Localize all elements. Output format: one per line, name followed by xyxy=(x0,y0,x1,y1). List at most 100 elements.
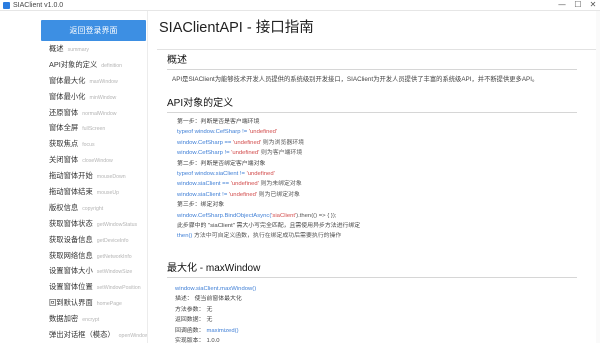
maxwindow-section: 最大化 - maxWindow window.siaClient.maxWind… xyxy=(167,262,587,343)
sidebar-item-mouseDown[interactable]: 拖动窗体开始 mouseDown xyxy=(0,168,147,184)
title-divider xyxy=(157,49,597,50)
sidebar-item-en-label: setWindowPosition xyxy=(96,285,141,292)
maxwindow-heading: 最大化 - maxWindow xyxy=(167,263,261,274)
app-logo-icon xyxy=(3,2,10,9)
definition-divider xyxy=(167,112,577,113)
sidebar-item-setWindowPosition[interactable]: 设置窗体位置 setWindowPosition xyxy=(0,279,147,295)
definition-code-line: window.CefSharp != 'undefined' 则为客户端环境 xyxy=(177,150,303,157)
summary-section: 概述 API是SIAClient为能够技术开发人员提供的系统级别开发接口，SIA… xyxy=(167,54,587,84)
sidebar-item-en-label: homePage xyxy=(96,301,122,308)
definition-code-line: window.siaClient == 'undefined' 则为未绑定对象 xyxy=(177,181,302,188)
sidebar-item-label: 获取设备信息 xyxy=(49,234,93,244)
sidebar-item-en-label: encrypt xyxy=(82,317,100,324)
sidebar-item-en-label: getDeviceInfo xyxy=(96,237,129,244)
summary-heading: 概述 xyxy=(167,55,187,66)
sidebar-item-getWindowStatus[interactable]: 获取窗体状态 getWindowStatus xyxy=(0,216,147,232)
api-detail-row: 回调函数： maximized() xyxy=(175,327,239,334)
sidebar-item-homePage[interactable]: 回到默认界面 homePage xyxy=(0,295,147,311)
sidebar-item-encrypt[interactable]: 数据加密 encrypt xyxy=(0,311,147,327)
window-title: SIAClient v1.0.0 xyxy=(13,2,64,9)
close-button[interactable]: ✕ xyxy=(586,0,600,11)
page-title: SIAClientAPI - 接口指南 xyxy=(159,20,314,36)
definition-code-line: typeof window.CefSharp != 'undefined' xyxy=(177,129,278,136)
maxwindow-details: window.siaClient.maxWindow() 描述： 使当前窗体最大化… xyxy=(167,284,587,343)
api-detail-row: 描述： 使当前窗体最大化 xyxy=(175,296,242,303)
sidebar-item-en-label: summary xyxy=(67,47,89,53)
definition-code-line: window.CefSharp == 'undefined' 则为浏览器环境 xyxy=(177,139,305,146)
sidebar-item-en-label: setWindowSize xyxy=(96,269,133,276)
summary-divider xyxy=(167,69,577,70)
sidebar-item-label: 获取网络信息 xyxy=(49,250,93,260)
sidebar-item-en-label: definition xyxy=(101,62,123,69)
sidebar-item-label: 设置窗体位置 xyxy=(49,282,93,292)
sidebar-item-label: 回到默认界面 xyxy=(49,298,93,308)
sidebar-item-en-label: getNetworkInfo xyxy=(96,253,132,260)
sidebar-item-label: 窗体全屏 xyxy=(49,123,79,133)
sidebar-item-definition[interactable]: API对象的定义 definition xyxy=(0,57,147,73)
sidebar-item-en-label: fullScreen xyxy=(82,126,106,133)
summary-text: API是SIAClient为能够技术开发人员提供的系统级别开发接口，SIACli… xyxy=(172,76,539,83)
definition-heading: API对象的定义 xyxy=(167,98,234,109)
content-scrollbar[interactable] xyxy=(596,11,600,343)
sidebar-item-getNetworkInfo[interactable]: 获取网络信息 getNetworkInfo xyxy=(0,248,147,264)
sidebar-item-label: 设置窗体大小 xyxy=(49,266,93,276)
sidebar-item-en-label: mouseUp xyxy=(96,190,119,197)
sidebar-item-getDeviceInfo[interactable]: 获取设备信息 getDeviceInfo xyxy=(0,232,147,248)
back-to-login-button[interactable]: 返回登录界面 xyxy=(41,20,146,41)
minimize-button[interactable]: — xyxy=(555,0,569,11)
sidebar-item-normalWindow[interactable]: 还原窗体 normalWindow xyxy=(0,105,147,121)
sidebar-item-label: 窗体最小化 xyxy=(49,91,86,101)
api-detail-row: 方法参数：无 xyxy=(175,306,213,313)
sidebar-item-label: 拖动窗体结束 xyxy=(49,187,93,197)
sidebar-item-label: 弹出对话框（模态） xyxy=(49,330,115,340)
main-content: SIAClientAPI - 接口指南 概述 API是SIAClient为能够技… xyxy=(149,11,600,343)
sidebar-nav: 概述 summary API对象的定义 definition 窗体最大化 maxWindo… xyxy=(0,41,148,343)
sidebar-item-en-label: normalWindow xyxy=(82,110,117,117)
sidebar-item-label: 窗体最大化 xyxy=(49,75,86,85)
sidebar-item-en-label: mouseDown xyxy=(96,174,126,181)
sidebar-item-minWindow[interactable]: 窗体最小化 minWindow xyxy=(0,89,147,105)
sidebar-item-label: 拖动窗体开始 xyxy=(49,171,93,181)
maxwindow-signature: window.siaClient.maxWindow() xyxy=(175,286,257,292)
sidebar-item-en-label: closeWindow xyxy=(82,158,113,165)
maximize-button[interactable]: ☐ xyxy=(571,0,585,11)
sidebar-item-label: 版权信息 xyxy=(49,202,79,212)
sidebar-item-closeWindow[interactable]: 关闭窗体 closeWindow xyxy=(0,152,147,168)
sidebar-item-label: 还原窗体 xyxy=(49,107,79,117)
sidebar-item-label: 关闭窗体 xyxy=(49,155,79,165)
definition-code-line: typeof window.siaClient != 'undefined' xyxy=(177,171,275,178)
definition-step-text: 第三步：绑定对象 xyxy=(177,202,225,209)
sidebar-item-en-label: openWindow xyxy=(118,333,148,340)
sidebar-item-label: 获取窗体状态 xyxy=(49,218,93,228)
definition-code-line: then() 方法中可自定义函数，执行在绑定成功后需要执行的操作 xyxy=(177,233,342,240)
definition-section: API对象的定义 第一步：判断是否是客户端环境 typeof window.Cef… xyxy=(167,97,587,242)
sidebar-item-en-label: minWindow xyxy=(89,94,117,101)
title-bar: SIAClient v1.0.0 — ☐ ✕ xyxy=(0,0,600,11)
sidebar-item-summary[interactable]: 概述 summary xyxy=(0,41,147,57)
definition-code-line: window.siaClient != 'undefined' 则为已绑定对象 xyxy=(177,191,300,198)
sidebar-item-openWindow[interactable]: 弹出对话框（模态） openWindow xyxy=(0,327,148,343)
sidebar: 返回登录界面 概述 summary API对象的定义 definition 窗体最大化 m… xyxy=(0,11,148,343)
sidebar-item-fullScreen[interactable]: 窗体全屏 fullScreen xyxy=(0,120,147,136)
definition-lines: 第一步：判断是否是客户端环境 typeof window.CefSharp != … xyxy=(167,117,587,242)
sidebar-item-en-label: maxWindow xyxy=(89,78,118,85)
definition-step-text: 此步骤中的 "siaClient" 需大小写完全匹配，且需使用异步方法进行绑定 xyxy=(177,223,361,230)
sidebar-item-label: 数据加密 xyxy=(49,314,79,324)
sidebar-item-setWindowSize[interactable]: 设置窗体大小 setWindowSize xyxy=(0,263,147,279)
definition-step-text: 第一步：判断是否是客户端环境 xyxy=(177,119,260,125)
definition-step-text: 第二步：判断是否绑定客户端对象 xyxy=(177,160,266,167)
sidebar-item-copyright[interactable]: 版权信息 copyright xyxy=(0,200,147,216)
api-detail-row: 实现版本： 1.0.0 xyxy=(175,338,220,343)
sidebar-item-en-label: getWindowStatus xyxy=(96,221,138,228)
sidebar-item-mouseUp[interactable]: 拖动窗体结束 mouseUp xyxy=(0,184,147,200)
maxwindow-divider xyxy=(167,277,577,278)
sidebar-item-focus[interactable]: 获取焦点 focus xyxy=(0,136,147,152)
sidebar-item-en-label: focus xyxy=(82,142,95,149)
sidebar-item-label: 概述 xyxy=(49,44,64,53)
sidebar-item-en-label: copyright xyxy=(82,205,104,212)
api-detail-row: 返回数据：无 xyxy=(175,317,213,324)
definition-code-line: window.CefSharp.BindObjectAsync('siaClie… xyxy=(177,212,337,219)
sidebar-item-label: API对象的定义 xyxy=(49,59,98,69)
sidebar-item-label: 获取焦点 xyxy=(49,139,79,149)
sidebar-item-maxWindow[interactable]: 窗体最大化 maxWindow xyxy=(0,73,147,89)
